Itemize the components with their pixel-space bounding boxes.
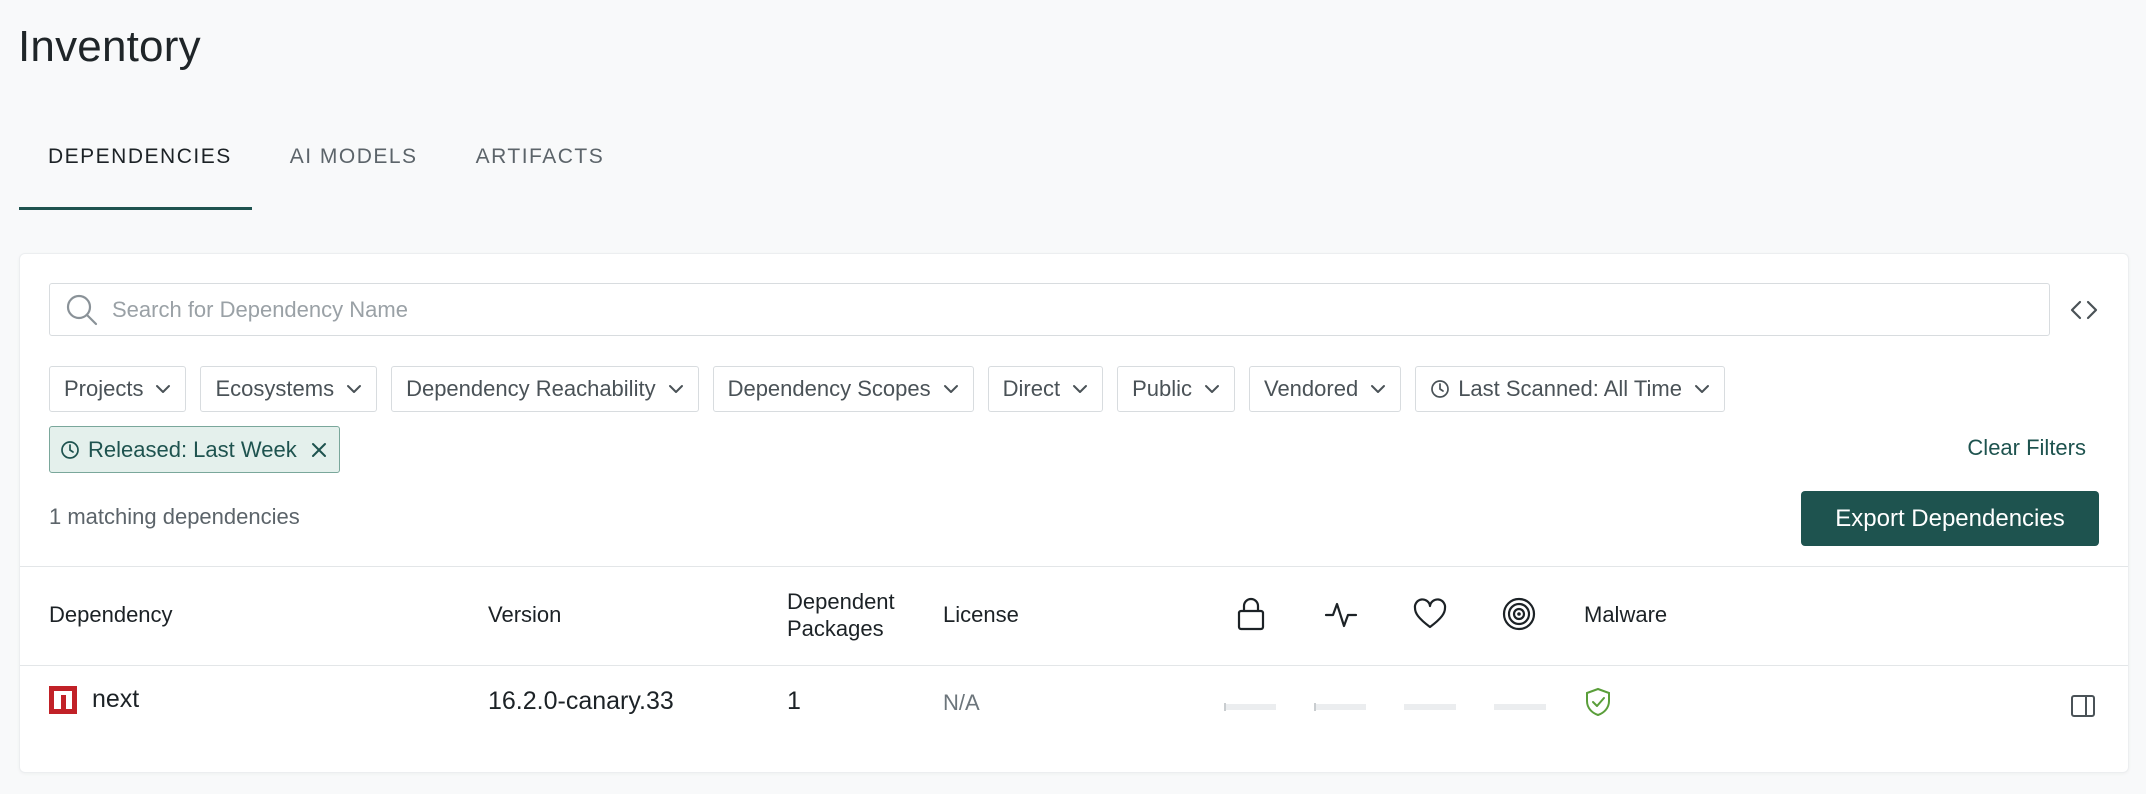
column-header-malware[interactable]: Malware xyxy=(1584,601,1667,628)
column-header-version[interactable]: Version xyxy=(488,601,561,628)
filter-bar: Projects Ecosystems Dependency Reachabil… xyxy=(49,366,1725,412)
filter-dependency-reachability[interactable]: Dependency Reachability xyxy=(391,366,699,412)
dependencies-panel: Projects Ecosystems Dependency Reachabil… xyxy=(19,253,2129,773)
tab-artifacts[interactable]: ARTIFACTS xyxy=(447,117,634,197)
chevron-down-icon xyxy=(156,385,171,393)
filter-label: Vendored xyxy=(1263,376,1359,401)
match-count: 1 matching dependencies xyxy=(49,504,300,529)
filter-label: Last Scanned: All Time xyxy=(1458,376,1682,401)
npm-icon xyxy=(49,686,77,714)
clock-icon xyxy=(1431,380,1450,398)
column-header-line: Packages xyxy=(787,616,884,641)
active-tab-indicator xyxy=(19,207,252,210)
tab-dependencies[interactable]: DEPENDENCIES xyxy=(19,117,261,197)
chevron-down-icon xyxy=(1204,385,1219,393)
clear-filters-link[interactable]: Clear Filters xyxy=(1967,435,2086,461)
column-header-dependent-packages[interactable]: Dependent Packages xyxy=(787,588,895,642)
filter-label: Ecosystems xyxy=(215,376,335,401)
tabs: DEPENDENCIES AI MODELS ARTIFACTS xyxy=(19,130,633,210)
column-header-dependency[interactable]: Dependency xyxy=(49,601,173,628)
export-dependencies-button[interactable]: Export Dependencies xyxy=(1801,491,2099,546)
activity-score-bar xyxy=(1314,703,1366,711)
filter-label: Dependency Scopes xyxy=(727,376,931,401)
column-header-license[interactable]: License xyxy=(943,601,1019,628)
filter-label: Direct xyxy=(1002,376,1061,401)
chevron-down-icon xyxy=(1694,385,1709,393)
filter-label: Public xyxy=(1132,376,1192,401)
page-title: Inventory xyxy=(18,22,201,71)
close-icon[interactable] xyxy=(309,440,329,460)
filter-last-scanned[interactable]: Last Scanned: All Time xyxy=(1415,366,1725,412)
filter-vendored[interactable]: Vendored xyxy=(1248,366,1402,412)
heart-icon[interactable] xyxy=(1412,596,1448,632)
chevron-down-icon xyxy=(668,385,683,393)
filter-ecosystems[interactable]: Ecosystems xyxy=(200,366,378,412)
filter-dependency-scopes[interactable]: Dependency Scopes xyxy=(712,366,974,412)
code-icon[interactable] xyxy=(2069,295,2099,325)
code-quality-score-bar xyxy=(1494,704,1546,710)
dependency-name[interactable]: next xyxy=(92,685,139,714)
security-score-bar xyxy=(1224,703,1276,711)
search-input[interactable] xyxy=(112,284,2049,335)
shield-check-icon xyxy=(1586,687,1610,717)
search-icon xyxy=(66,294,98,325)
dependent-packages-count[interactable]: 1 xyxy=(787,687,801,716)
chevron-down-icon xyxy=(943,385,958,393)
filter-direct[interactable]: Direct xyxy=(987,366,1104,412)
filter-label: Projects xyxy=(64,376,144,401)
popularity-score-bar xyxy=(1404,704,1456,710)
version: 16.2.0-canary.33 xyxy=(488,687,674,715)
active-filter-label: Released: Last Week xyxy=(88,436,297,462)
clock-icon xyxy=(61,440,79,459)
lock-icon[interactable] xyxy=(1233,596,1269,632)
side-panel-icon[interactable] xyxy=(2069,692,2097,720)
filter-public[interactable]: Public xyxy=(1117,366,1235,412)
active-filter-released[interactable]: Released: Last Week xyxy=(49,426,340,473)
divider xyxy=(20,566,2128,567)
chevron-down-icon xyxy=(1371,385,1386,393)
chevron-down-icon xyxy=(347,385,362,393)
column-header-line: Dependent xyxy=(787,589,895,614)
tab-ai-models[interactable]: AI MODELS xyxy=(261,117,447,197)
search-box xyxy=(49,283,2050,336)
divider xyxy=(20,665,2128,666)
license: N/A xyxy=(943,690,980,715)
chevron-down-icon xyxy=(1073,385,1088,393)
filter-label: Dependency Reachability xyxy=(406,376,656,401)
filter-projects[interactable]: Projects xyxy=(49,366,187,412)
activity-icon[interactable] xyxy=(1323,596,1359,632)
target-icon[interactable] xyxy=(1501,596,1537,632)
